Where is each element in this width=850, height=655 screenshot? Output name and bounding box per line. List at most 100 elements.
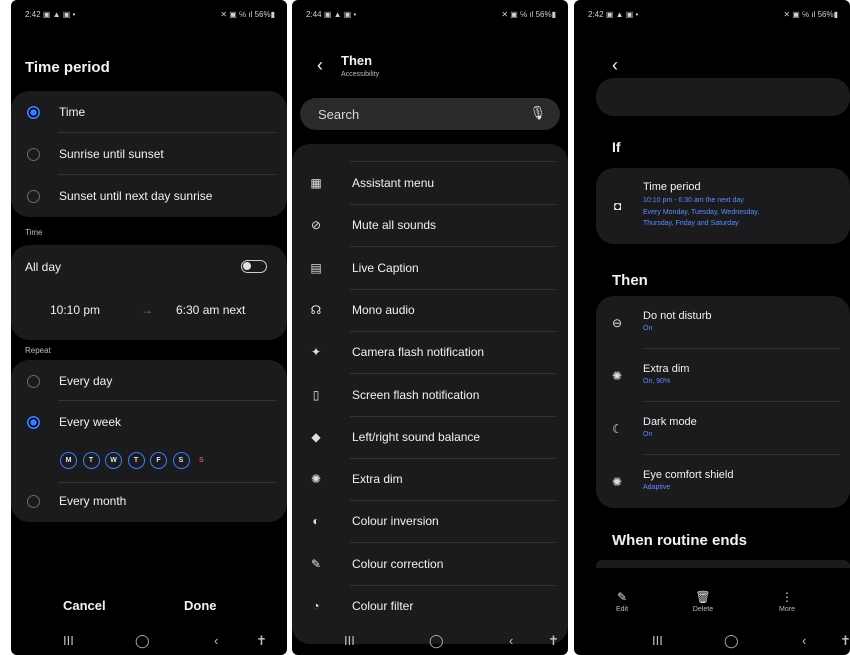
list-item[interactable]: ☊ Mono audio	[292, 289, 568, 332]
list-item[interactable]: ⊘ Mute all sounds	[292, 204, 568, 248]
accessibility-icon[interactable]: ✝	[256, 633, 267, 649]
radio[interactable]	[27, 494, 40, 508]
search-input[interactable]: Search	[318, 107, 359, 122]
status-bar: 2:42 ▣ ▲ ▣ • ✕ ▣ ℅ ıl 56%▮	[11, 10, 287, 24]
phone-then-accessibility: 2:44 ▣ ▲ ▣ • ✕ ▣ ℅ ıl 56%▮ ‹ Then Access…	[292, 0, 568, 655]
day-friday[interactable]: F	[150, 452, 167, 469]
status-battery: ✕ ▣ ℅ ıl 56%▮	[220, 10, 275, 19]
status-time: 2:42	[25, 10, 41, 19]
status-icons: ▣ ▲ ▣ •	[605, 10, 639, 19]
repeat-every-week[interactable]: Every week	[11, 411, 287, 433]
status-icons: ▣ ▲ ▣ •	[42, 10, 76, 19]
list-item[interactable]: ◆ Left/right sound balance	[292, 416, 568, 459]
option-time[interactable]: Time	[11, 101, 287, 123]
option-sunset[interactable]: Sunset until next day sunrise	[11, 185, 287, 207]
list-item-label: Colour correction	[352, 556, 444, 571]
status-time: 2:42	[588, 10, 604, 19]
extra-dim-icon: ✺	[612, 369, 623, 383]
delete-button[interactable]: 🗑 Delete	[683, 590, 723, 613]
action-label: More	[779, 606, 795, 613]
if-detail-days: Every Monday, Tuesday, Wednesday,	[643, 209, 760, 216]
then-action-status: On, 90%	[643, 378, 671, 385]
list-item-label: Extra dim	[352, 472, 403, 487]
accessibility-list: ▦ Assistant menu ⊘ Mute all sounds ▤ Live Cap…	[292, 144, 568, 644]
start-time[interactable]: 10:10 pm	[50, 303, 100, 317]
list-item[interactable]: ▯ Screen flash notification	[292, 374, 568, 417]
more-button[interactable]: ⋮ More	[767, 590, 807, 613]
then-action[interactable]: ✺ Extra dim On, 90%	[596, 349, 850, 402]
recents-icon[interactable]: III	[63, 633, 74, 648]
day-thursday[interactable]: T	[127, 452, 145, 469]
home-icon[interactable]: ◯	[429, 633, 444, 649]
back-icon[interactable]: ‹	[317, 55, 323, 76]
then-action-status: On	[643, 325, 653, 332]
edit-button[interactable]: ✎ Edit	[602, 590, 642, 613]
camera-flash-icon: ✦	[310, 345, 322, 360]
then-action[interactable]: ⊖ Do not disturb On	[596, 296, 850, 349]
divider	[58, 174, 277, 175]
dnd-icon: ⊖	[612, 316, 623, 330]
then-action-title: Eye comfort shield	[643, 469, 734, 481]
list-item-label: Mute all sounds	[352, 218, 437, 233]
list-item-label: Camera flash notification	[352, 345, 485, 360]
back-nav-icon[interactable]: ‹	[214, 633, 218, 648]
option-label: Every day	[59, 374, 113, 388]
page-title: Then	[341, 53, 373, 68]
list-item[interactable]: ▦ Assistant menu	[292, 162, 568, 205]
more-icon: ⋮	[781, 590, 793, 604]
list-item[interactable]: ✦ Camera flash notification	[292, 331, 568, 375]
radio[interactable]	[27, 189, 40, 203]
if-card[interactable]: ◘ Time period 10:10 pm - 6:30 am the nex…	[596, 168, 850, 244]
radio-selected[interactable]	[27, 415, 40, 429]
day-tuesday[interactable]: T	[82, 452, 100, 469]
day-saturday[interactable]: S	[172, 452, 190, 469]
search-bar[interactable]: Search 🎙	[300, 98, 560, 130]
routine-title-card	[596, 78, 850, 116]
done-button[interactable]: Done	[184, 598, 217, 613]
divider	[58, 482, 277, 483]
list-item[interactable]: ✎ Colour correction	[292, 543, 568, 586]
repeat-every-day[interactable]: Every day	[11, 370, 287, 392]
status-battery: ✕ ▣ ℅ ıl 56%▮	[501, 10, 556, 19]
home-icon[interactable]: ◯	[724, 633, 739, 649]
radio[interactable]	[27, 374, 40, 388]
list-item[interactable]: ✺ Extra dim	[292, 458, 568, 502]
microphone-icon[interactable]: 🎙	[529, 105, 546, 121]
end-time[interactable]: 6:30 am next	[176, 303, 245, 317]
list-item[interactable]: ▤ Live Caption	[292, 247, 568, 290]
day-sunday[interactable]: S	[199, 457, 204, 464]
section-label-repeat: Repeat	[25, 346, 51, 355]
divider	[58, 400, 277, 401]
radio[interactable]	[27, 147, 40, 161]
home-icon[interactable]: ◯	[135, 633, 150, 649]
all-day-label: All day	[25, 260, 62, 274]
then-action-status: Adaptive	[643, 484, 671, 491]
recents-icon[interactable]: III	[652, 633, 663, 648]
day-wednesday[interactable]: W	[105, 452, 122, 469]
time-type-card: Time Sunrise until sunset Sunset until n…	[11, 91, 287, 217]
section-label-time: Time	[25, 228, 43, 237]
status-time: 2:44	[306, 10, 322, 19]
option-sunrise[interactable]: Sunrise until sunset	[11, 143, 287, 165]
option-label: Sunset until next day sunrise	[59, 189, 213, 203]
day-monday[interactable]: M	[60, 452, 77, 469]
phone-routine-detail: 2:42 ▣ ▲ ▣ • ✕ ▣ ℅ ıl 56%▮ ‹ If ◘ Time p…	[574, 0, 850, 655]
radio-selected[interactable]	[27, 105, 40, 119]
then-action[interactable]: ✺ Eye comfort shield Adaptive	[596, 455, 850, 508]
back-icon[interactable]: ‹	[612, 55, 618, 76]
recents-icon[interactable]: III	[344, 633, 355, 648]
cancel-button[interactable]: Cancel	[63, 598, 106, 613]
then-action[interactable]: ☾ Dark mode On	[596, 402, 850, 455]
list-item[interactable]: ◔ Colour filter	[292, 585, 568, 627]
then-action-status: On	[643, 431, 653, 438]
nav-bar: III ◯ ‹ ✝	[11, 633, 287, 649]
repeat-every-month[interactable]: Every month	[11, 490, 287, 512]
accessibility-icon[interactable]: ✝	[840, 633, 850, 649]
all-day-toggle[interactable]	[241, 260, 267, 273]
back-nav-icon[interactable]: ‹	[509, 633, 513, 648]
list-item[interactable]: ◐ Colour inversion	[292, 500, 568, 544]
action-label: Edit	[615, 606, 629, 613]
extra-dim-icon: ✺	[310, 472, 322, 487]
accessibility-icon[interactable]: ✝	[548, 633, 559, 649]
back-nav-icon[interactable]: ‹	[802, 633, 806, 648]
